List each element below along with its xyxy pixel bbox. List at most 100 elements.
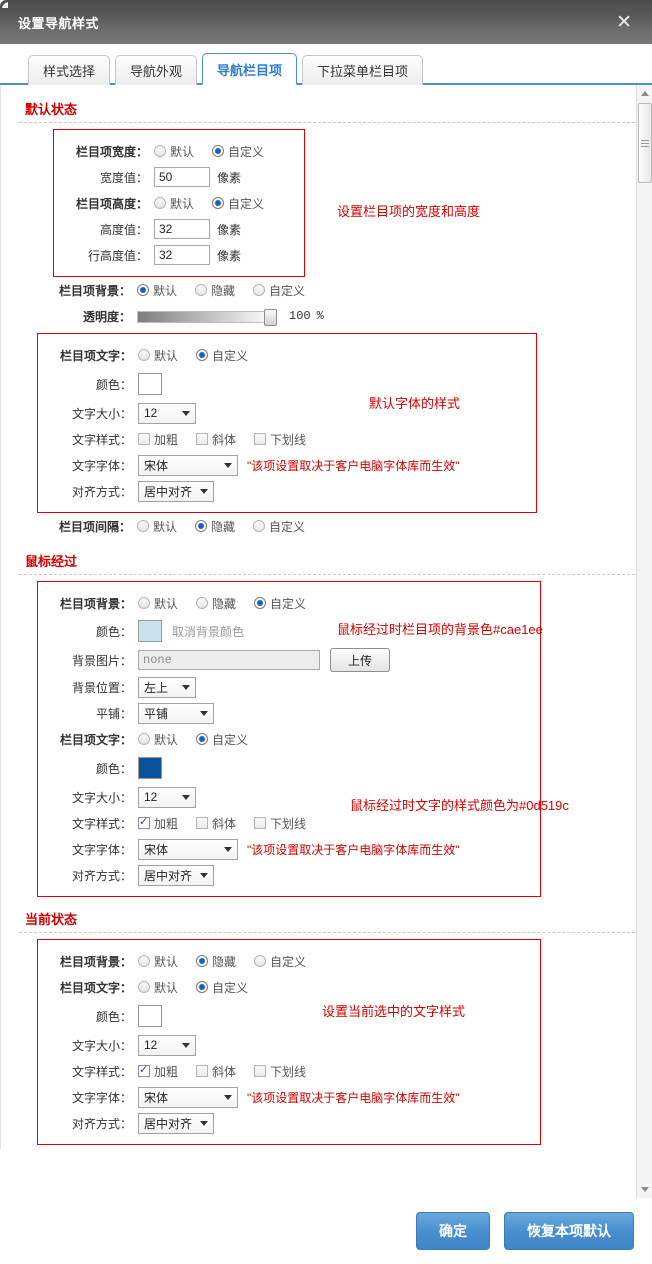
radio-label: 自定义	[269, 283, 306, 298]
row-current-align: 对齐方式： 居中对齐	[38, 1110, 540, 1136]
row-current-item-text: 栏目项文字： 默认 自定义	[38, 974, 540, 1000]
radio-width-custom[interactable]: 自定义	[212, 143, 264, 160]
upload-button[interactable]: 上传	[330, 648, 390, 672]
label-align: 对齐方式：	[71, 1116, 132, 1131]
radio-hover-bg-hidden[interactable]: 隐藏	[196, 595, 236, 612]
vertical-scrollbar[interactable]	[636, 85, 652, 1198]
row-item-gap: 栏目项间隔： 默认 隐藏 自定义	[37, 513, 652, 539]
hover-state-group: 鼠标经过时栏目项的背景色#cae1ee 鼠标经过时文字的样式颜色为#0d519c…	[17, 581, 652, 897]
radio-gap-custom[interactable]: 自定义	[253, 518, 305, 535]
checkbox-italic[interactable]: 斜体	[196, 431, 236, 448]
radio-label: 隐藏	[211, 519, 236, 534]
close-icon[interactable]: ✕	[612, 11, 636, 34]
checkbox-box-icon	[138, 433, 150, 445]
radio-dot-icon	[212, 145, 225, 157]
lineheight-value-input[interactable]	[154, 245, 210, 265]
checkbox-bold[interactable]: 加粗	[138, 1063, 178, 1080]
radio-hover-text-default[interactable]: 默认	[138, 731, 178, 748]
checkbox-italic[interactable]: 斜体	[196, 1063, 236, 1080]
triangle-down-icon	[641, 1187, 649, 1192]
hover-bg-color-swatch[interactable]	[138, 620, 162, 642]
section-title-hover: 鼠标经过	[25, 554, 78, 569]
radio-current-bg-default[interactable]: 默认	[138, 953, 178, 970]
text-font-select[interactable]: 宋体	[138, 454, 238, 476]
radio-current-text-custom[interactable]: 自定义	[196, 979, 248, 996]
radio-dot-icon	[137, 520, 149, 532]
radio-hover-bg-custom[interactable]: 自定义	[254, 595, 306, 612]
annotation-hover-bg: 鼠标经过时栏目项的背景色#cae1ee	[337, 622, 543, 637]
tab-nav-appearance[interactable]: 导航外观	[115, 55, 198, 85]
radio-current-bg-hidden[interactable]: 隐藏	[196, 953, 236, 970]
current-text-color-swatch[interactable]	[138, 1005, 162, 1027]
radio-gap-hidden[interactable]: 隐藏	[195, 518, 235, 535]
radio-current-text-default[interactable]: 默认	[138, 979, 178, 996]
scroll-up-button[interactable]	[637, 85, 652, 102]
radio-bg-custom[interactable]: 自定义	[253, 282, 305, 299]
tab-nav-items[interactable]: 导航栏目项	[202, 53, 298, 85]
slider-knob[interactable]	[264, 308, 277, 326]
text-size-select[interactable]: 12	[138, 402, 196, 424]
reset-defaults-button[interactable]: 恢复本项默认	[504, 1212, 634, 1250]
radio-bg-hidden[interactable]: 隐藏	[195, 282, 235, 299]
hover-text-font-select[interactable]: 宋体	[138, 838, 238, 860]
radio-text-custom[interactable]: 自定义	[196, 347, 248, 364]
confirm-button[interactable]: 确定	[416, 1212, 490, 1250]
cancel-bg-color-link[interactable]: 取消背景颜色	[172, 623, 244, 640]
radio-label: 默认	[154, 596, 179, 611]
radio-gap-default[interactable]: 默认	[137, 518, 177, 535]
scroll-down-button[interactable]	[637, 1181, 652, 1198]
bg-repeat-select[interactable]: 平铺	[138, 702, 214, 724]
tab-dropdown-items[interactable]: 下拉菜单栏目项	[302, 55, 424, 85]
label-text-style: 文字样式：	[71, 1064, 132, 1079]
label-color: 颜色：	[95, 761, 132, 776]
current-text-font-select[interactable]: 宋体	[138, 1086, 238, 1108]
checkbox-bold[interactable]: 加粗	[138, 815, 178, 832]
checkbox-label: 加粗	[154, 816, 179, 831]
radio-current-bg-custom[interactable]: 自定义	[254, 953, 306, 970]
row-item-height: 栏目项高度： 默认 自定义	[54, 190, 304, 216]
tab-style-select[interactable]: 样式选择	[28, 55, 111, 85]
row-default-text-style: 文字样式： 加粗 斜体 下划线	[38, 426, 536, 452]
annotation-default-font: 默认字体的样式	[369, 396, 461, 411]
label-text-style: 文字样式：	[71, 432, 132, 447]
height-value-input[interactable]	[154, 219, 210, 239]
width-value-input[interactable]	[154, 167, 210, 187]
text-color-swatch[interactable]	[138, 373, 162, 395]
checkbox-underline[interactable]: 下划线	[254, 815, 306, 832]
current-align-select[interactable]: 居中对齐	[138, 1112, 214, 1134]
radio-bg-default[interactable]: 默认	[137, 282, 177, 299]
hover-text-size-select[interactable]: 12	[138, 786, 196, 808]
scrollbar-thumb[interactable]	[638, 103, 652, 183]
bg-image-input[interactable]	[138, 650, 320, 670]
checkbox-bold[interactable]: 加粗	[138, 431, 178, 448]
radio-hover-text-custom[interactable]: 自定义	[196, 731, 248, 748]
hover-align-select[interactable]: 居中对齐	[138, 864, 214, 886]
row-current-text-size: 文字大小： 12	[38, 1032, 540, 1058]
current-text-size-select[interactable]: 12	[138, 1034, 196, 1056]
checkbox-underline[interactable]: 下划线	[254, 1063, 306, 1080]
radio-dot-icon	[138, 981, 150, 993]
hover-text-color-swatch[interactable]	[138, 757, 162, 779]
checkbox-italic[interactable]: 斜体	[196, 815, 236, 832]
row-item-width: 栏目项宽度： 默认 自定义	[54, 138, 304, 164]
radio-width-default[interactable]: 默认	[154, 143, 194, 160]
row-hover-bg-position: 背景位置： 左上	[38, 674, 540, 700]
radio-height-default[interactable]: 默认	[154, 195, 194, 212]
text-font-value: 宋体	[144, 842, 169, 857]
radio-text-default[interactable]: 默认	[138, 347, 178, 364]
label-color: 颜色：	[95, 1009, 132, 1024]
annotation-size: 设置栏目项的宽度和高度	[337, 204, 481, 219]
label-item-text: 栏目项文字：	[59, 348, 132, 363]
opacity-slider[interactable]	[137, 308, 277, 326]
radio-dot-icon	[154, 145, 166, 157]
radio-label: 默认	[154, 732, 179, 747]
checkbox-box-icon	[254, 1065, 267, 1077]
radio-label: 默认	[153, 519, 178, 534]
bg-position-select[interactable]: 左上	[138, 676, 196, 698]
checkbox-underline[interactable]: 下划线	[254, 431, 306, 448]
align-select[interactable]: 居中对齐	[138, 480, 214, 502]
font-note: "该项设置取决于客户电脑字体库而生效"	[247, 458, 460, 473]
radio-height-custom[interactable]: 自定义	[212, 195, 264, 212]
radio-hover-bg-default[interactable]: 默认	[138, 595, 178, 612]
checkbox-box-icon	[196, 817, 209, 829]
